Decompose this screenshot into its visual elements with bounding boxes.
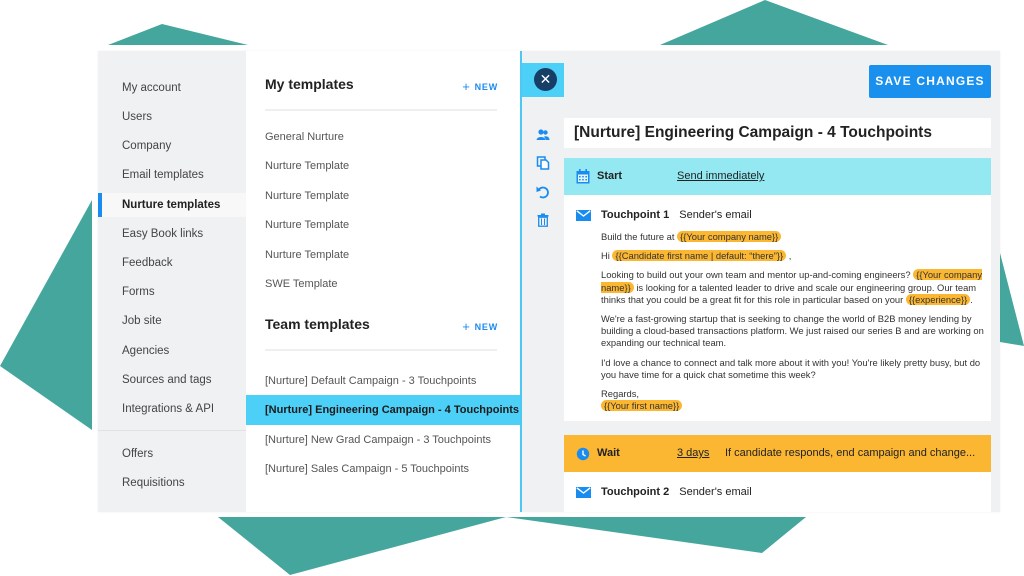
new-team-template-button[interactable]: + NEW: [462, 319, 498, 334]
settings-sidebar: My account Users Company Email templates…: [98, 51, 246, 512]
wait-label: Wait: [597, 447, 620, 459]
sender-label: Sender's email: [679, 209, 752, 221]
start-label: Start: [597, 170, 623, 182]
team-template-item[interactable]: [Nurture] Default Campaign - 3 Touchpoin…: [246, 366, 520, 396]
new-label: NEW: [474, 322, 498, 332]
undo-icon[interactable]: [536, 185, 550, 199]
mail-icon: [576, 210, 591, 221]
greeting-suffix: ,: [786, 250, 792, 262]
template-editor: ✕ SAVE CHANGES [Nurture] Engineering Cam…: [520, 51, 1000, 512]
bg-shape-bottom-left: [218, 517, 506, 575]
touchpoint-label: Touchpoint 1: [601, 209, 670, 221]
sidebar-item-forms[interactable]: Forms: [98, 280, 246, 304]
bg-shape-right: [1000, 253, 1024, 346]
email-body: Build the future at {{Your company name}…: [601, 231, 986, 412]
sidebar-item-users[interactable]: Users: [98, 105, 246, 129]
wait-step[interactable]: Wait 3 days If candidate responds, end c…: [564, 435, 991, 472]
bg-shape-bottom-right: [506, 517, 806, 553]
email-subject: Build the future at {{Your company name}…: [601, 231, 986, 243]
touchpoint-label: Touchpoint 2: [601, 486, 670, 498]
email-paragraph-1: Looking to build out your own team and m…: [601, 269, 986, 306]
copy-icon[interactable]: [536, 156, 550, 170]
email-paragraph-2: We're a fast-growing startup that is see…: [601, 313, 984, 349]
sidebar-item-sources-and-tags[interactable]: Sources and tags: [98, 368, 246, 392]
team-template-item[interactable]: [Nurture] New Grad Campaign - 3 Touchpoi…: [246, 425, 520, 455]
sidebar-item-nurture-templates[interactable]: Nurture templates: [98, 193, 246, 217]
my-templates-heading: My templates: [265, 76, 354, 92]
users-icon[interactable]: [536, 128, 550, 142]
plus-icon: +: [462, 79, 471, 94]
team-template-item[interactable]: [Nurture] Sales Campaign - 5 Touchpoints: [246, 454, 520, 484]
sidebar-item-job-site[interactable]: Job site: [98, 309, 246, 333]
sender-label: Sender's email: [679, 486, 752, 498]
my-template-item[interactable]: SWE Template: [246, 269, 520, 299]
sidebar-divider: [98, 430, 246, 431]
sidebar-item-offers[interactable]: Offers: [98, 442, 246, 466]
calendar-icon: [576, 169, 590, 184]
greeting-text: Hi: [601, 250, 613, 262]
bg-shape-left: [0, 200, 92, 430]
template-variable: {{Candidate first name | default: “there…: [612, 250, 787, 262]
sidebar-item-integrations-api[interactable]: Integrations & API: [98, 397, 246, 421]
subject-text: Build the future at: [601, 231, 678, 242]
close-icon[interactable]: ✕: [534, 68, 557, 91]
template-variable: {{Your first name}}: [601, 400, 683, 412]
save-changes-button[interactable]: SAVE CHANGES: [869, 65, 991, 98]
bg-shape-top-right: [660, 0, 888, 45]
team-template-item-selected[interactable]: [Nurture] Engineering Campaign - 4 Touch…: [246, 395, 520, 425]
section-divider: [265, 109, 497, 111]
my-template-item[interactable]: General Nurture: [246, 122, 520, 152]
sidebar-item-easy-book-links[interactable]: Easy Book links: [98, 222, 246, 246]
paragraph-text: .: [970, 293, 973, 305]
touchpoint-1[interactable]: Touchpoint 1 Sender's email Build the fut…: [564, 195, 991, 421]
email-paragraph-3: I'd love a chance to connect and talk mo…: [601, 356, 981, 380]
new-my-template-button[interactable]: + NEW: [462, 79, 498, 94]
close-tab: ✕: [522, 63, 564, 97]
trash-icon[interactable]: [536, 213, 550, 227]
email-signature: {{Your first name}}: [601, 400, 986, 412]
mail-icon: [576, 487, 591, 498]
email-signoff: Regards,: [601, 388, 640, 400]
touchpoint-1-header: Touchpoint 1 Sender's email: [601, 209, 752, 221]
campaign-title[interactable]: [Nurture] Engineering Campaign - 4 Touch…: [564, 118, 991, 148]
paragraph-text: Looking to build out your own team and m…: [601, 269, 914, 281]
section-divider: [265, 349, 497, 351]
bg-shape-top-left: [108, 24, 248, 45]
sidebar-item-email-templates[interactable]: Email templates: [98, 163, 246, 187]
my-template-item[interactable]: Nurture Template: [246, 240, 520, 270]
wait-condition: If candidate responds, end campaign and …: [725, 447, 976, 459]
send-timing-link[interactable]: Send immediately: [677, 158, 764, 195]
my-template-item[interactable]: Nurture Template: [246, 181, 520, 211]
new-label: NEW: [474, 82, 498, 92]
touchpoint-2-header: Touchpoint 2 Sender's email: [601, 486, 752, 498]
sidebar-item-feedback[interactable]: Feedback: [98, 251, 246, 275]
wait-duration-link[interactable]: 3 days: [677, 435, 709, 472]
template-variable: {{experience}}: [905, 293, 971, 305]
my-template-item[interactable]: Nurture Template: [246, 210, 520, 240]
sidebar-item-agencies[interactable]: Agencies: [98, 339, 246, 363]
sidebar-item-my-account[interactable]: My account: [98, 76, 246, 100]
sidebar-item-requisitions[interactable]: Requisitions: [98, 471, 246, 495]
template-variable: {{Your company name}}: [677, 231, 782, 242]
my-template-item[interactable]: Nurture Template: [246, 151, 520, 181]
team-templates-heading: Team templates: [265, 316, 370, 332]
settings-window: My account Users Company Email templates…: [98, 51, 1000, 512]
clock-icon: [576, 447, 590, 461]
sidebar-item-company[interactable]: Company: [98, 134, 246, 158]
start-step[interactable]: Start Send immediately: [564, 158, 991, 195]
template-list-panel: My templates + NEW General Nurture Nurtur…: [246, 51, 520, 512]
touchpoint-2[interactable]: Touchpoint 2 Sender's email: [564, 472, 991, 512]
plus-icon: +: [462, 319, 471, 334]
email-greeting: Hi {{Candidate first name | default: “th…: [601, 250, 986, 262]
